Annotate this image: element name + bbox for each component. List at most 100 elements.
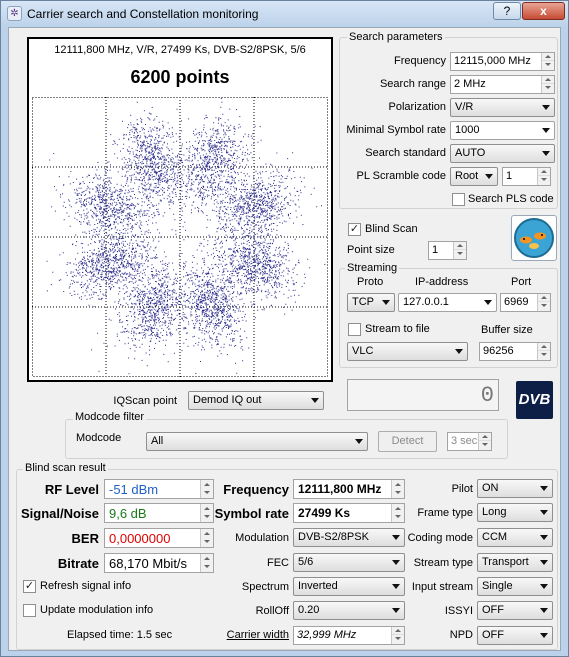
update-modulation-checkbox[interactable] [23, 604, 36, 617]
search-range-value: 2 MHz [454, 78, 486, 90]
pl-scramble-value-input[interactable]: 1 [502, 167, 551, 186]
modcode-select[interactable]: All [146, 432, 368, 451]
chevron-down-icon [542, 151, 550, 156]
rolloff-select[interactable]: 0.20 [293, 601, 405, 620]
ber-label: BER [71, 531, 99, 546]
polarization-select[interactable]: V/R [450, 98, 555, 117]
frame-type-label: Frame type [417, 507, 473, 519]
client-area: 12111,800 MHz, V/R, 27499 Ks, DVB-S2/8PS… [8, 27, 561, 651]
modulation-select[interactable]: DVB-S2/8PSK [293, 528, 405, 547]
pilot-value: ON [482, 482, 499, 494]
search-range-input[interactable]: 2 MHz [450, 75, 555, 94]
pilot-select[interactable]: ON [477, 479, 553, 498]
streaming-title: Streaming [345, 262, 400, 274]
coding-mode-label: Coding mode [407, 532, 473, 544]
chevron-down-icon [542, 105, 550, 110]
ber-value: 0,0000000 [109, 531, 171, 546]
detect-button[interactable]: Detect [378, 431, 437, 452]
ip-label: IP-address [415, 276, 469, 288]
issyi-value: OFF [482, 604, 504, 616]
blind-scan-result-title: Blind scan result [23, 462, 108, 474]
polarization-label: Polarization [388, 101, 446, 113]
result-symbol-rate-value: 27499 Ks [298, 506, 351, 520]
rf-level-field: -51 dBm [104, 479, 214, 499]
player-select[interactable]: VLC [347, 342, 468, 361]
stream-to-file-label: Stream to file [365, 323, 430, 335]
buffer-size-input[interactable]: 96256 [479, 342, 551, 361]
ip-value: 127.0.0.1 [403, 296, 449, 308]
elapsed-time: Elapsed time: 1.5 sec [67, 629, 173, 641]
coding-mode-select[interactable]: CCM [477, 528, 553, 547]
stream-type-value: Transport [482, 556, 529, 568]
chevron-down-icon [540, 510, 548, 515]
ip-address-select[interactable]: 127.0.0.1 [398, 293, 497, 312]
seconds-input[interactable]: 3 sec [447, 432, 492, 451]
bitrate-field: 68,170 Mbit/s [104, 553, 214, 573]
proto-select[interactable]: TCP [347, 293, 395, 312]
search-pls-checkbox[interactable] [452, 193, 465, 206]
rf-level-label: RF Level [44, 482, 99, 497]
iqscan-select[interactable]: Demod IQ out [188, 391, 324, 410]
search-standard-label: Search standard [365, 147, 446, 159]
carrier-width-field: 32,999 MHz [293, 626, 405, 645]
fec-select[interactable]: 5/6 [293, 553, 405, 572]
satellite-app-icon: ✲ [7, 6, 22, 21]
pl-scramble-mode-select[interactable]: Root [450, 167, 498, 186]
bitrate-label: Bitrate [57, 556, 99, 571]
result-symbol-rate-field: 27499 Ks [293, 503, 405, 523]
pl-scramble-label: PL Scramble code [356, 170, 446, 182]
point-size-value: 1 [432, 244, 439, 256]
search-parameters-title: Search parameters [347, 31, 445, 43]
refresh-signal-checkbox[interactable]: ✓ [23, 580, 36, 593]
issyi-select[interactable]: OFF [477, 601, 553, 620]
snr-value: 9,6 dB [109, 506, 147, 521]
carrier-width-link[interactable]: Carrier width [209, 629, 289, 641]
frequency-input[interactable]: 12115,000 MHz [450, 52, 555, 71]
constellation-info: 12111,800 MHz, V/R, 27499 Ks, DVB-S2/8PS… [54, 44, 306, 56]
search-standard-select[interactable]: AUTO [450, 144, 555, 163]
stream-type-label: Stream type [413, 557, 473, 569]
modulation-label: Modulation [235, 532, 289, 544]
points-count: 6200 points [130, 67, 230, 87]
blind-scan-label: Blind Scan [365, 223, 418, 235]
pl-scramble-mode-value: Root [455, 170, 479, 182]
blind-scan-checkbox[interactable]: ✓ [348, 223, 361, 236]
min-symbol-rate-select[interactable]: 1000 [450, 121, 555, 140]
spectrum-select[interactable]: Inverted [293, 577, 405, 596]
modcode-filter-title: Modcode filter [73, 411, 147, 423]
input-stream-select[interactable]: Single [477, 577, 553, 596]
chevron-down-icon [542, 128, 550, 133]
port-label: Port [511, 276, 532, 288]
point-size-input[interactable]: 1 [428, 241, 467, 260]
buffer-size-value: 96256 [483, 345, 514, 357]
stream-to-file-checkbox[interactable] [348, 323, 361, 336]
proto-value: TCP [352, 296, 374, 308]
chevron-down-icon [485, 174, 493, 179]
signal-counter-value: 0 [480, 383, 494, 408]
chevron-down-icon [311, 398, 319, 403]
frame-type-select[interactable]: Long [477, 503, 553, 522]
npd-select[interactable]: OFF [477, 626, 553, 645]
frequency-label: Frequency [394, 55, 446, 67]
close-button[interactable]: x [522, 2, 565, 20]
seconds-value: 3 sec [451, 435, 478, 447]
refresh-signal-label: Refresh signal info [40, 580, 132, 592]
constellation-plot [32, 97, 328, 377]
search-standard-value: AUTO [455, 147, 486, 159]
fish-logo-icon[interactable] [511, 215, 557, 261]
iqscan-label: IQScan point [113, 395, 177, 407]
search-pls-label: Search PLS code [468, 193, 554, 205]
main-window: ✲ Carrier search and Constellation monit… [0, 0, 569, 657]
port-input[interactable]: 6969 [500, 293, 551, 312]
rolloff-label: RollOff [255, 605, 289, 617]
pl-scramble-number: 1 [506, 170, 513, 182]
chevron-down-icon [484, 300, 492, 305]
carrier-width-value: 32,999 MHz [297, 629, 357, 641]
help-button[interactable]: ? [493, 2, 521, 20]
window-title: Carrier search and Constellation monitor… [27, 7, 259, 21]
search-range-label: Search range [379, 78, 446, 90]
dvb-logo: DVB [516, 381, 553, 419]
stream-type-select[interactable]: Transport [477, 553, 553, 572]
ber-field: 0,0000000 [104, 528, 214, 548]
buffer-size-label: Buffer size [481, 324, 533, 336]
